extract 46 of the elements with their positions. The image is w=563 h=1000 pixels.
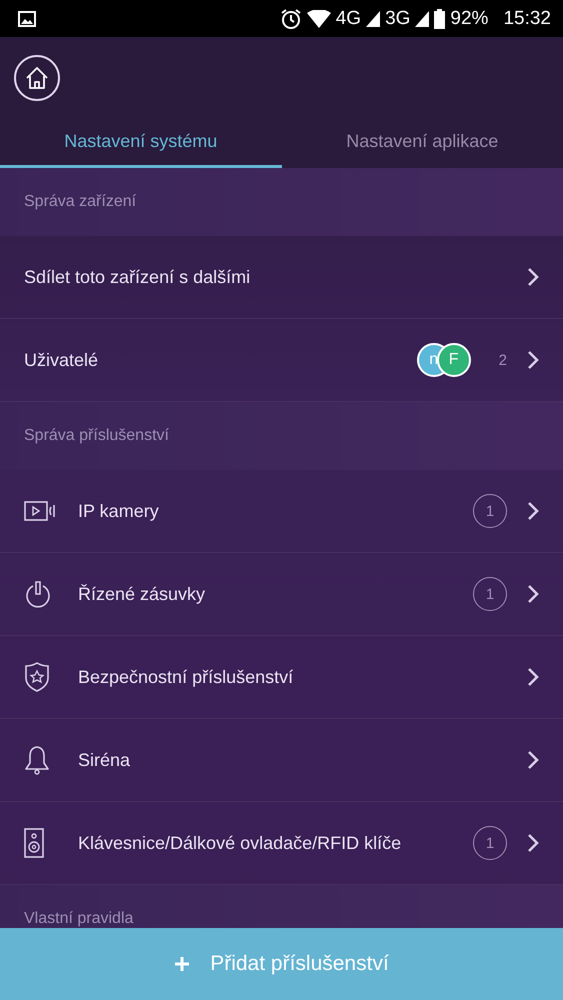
list-item[interactable]: Řízené zásuvky 1 xyxy=(0,553,563,636)
image-icon xyxy=(18,10,36,26)
network-label: 4G xyxy=(336,8,362,30)
clock: 15:32 xyxy=(503,8,551,30)
chevron-right-icon xyxy=(527,750,539,770)
video-camera-icon xyxy=(24,501,56,521)
item-label: Bezpečnostní příslušenství xyxy=(78,666,294,688)
signal-icon xyxy=(366,10,380,26)
signal-icon xyxy=(415,10,430,26)
plus-icon xyxy=(174,956,190,972)
count-badge: 1 xyxy=(473,494,507,528)
section-title: Správa zařízení xyxy=(24,193,136,211)
item-label: Řízené zásuvky xyxy=(78,584,206,604)
item-label: Siréna xyxy=(78,750,132,770)
list-item[interactable]: Bezpečnostní příslušenství xyxy=(0,636,563,719)
count-badge: 1 xyxy=(473,577,507,611)
chevron-right-icon xyxy=(527,501,539,521)
chevron-right-icon xyxy=(527,833,539,853)
chevron-right-icon xyxy=(527,584,539,604)
network-label: 3G xyxy=(385,8,410,30)
speaker-icon xyxy=(24,828,44,858)
chevron-right-icon xyxy=(527,667,539,687)
chevron-right-icon xyxy=(527,267,539,287)
item-label: IP kamery xyxy=(78,500,160,522)
home-icon xyxy=(24,64,50,90)
section-title: Správa příslušenství xyxy=(24,427,169,445)
home-button[interactable] xyxy=(14,54,60,100)
section-title: Vlastní pravidla xyxy=(24,910,134,928)
count-badge: 1 xyxy=(473,826,507,860)
wifi-icon xyxy=(306,10,331,28)
shield-star-icon xyxy=(24,662,50,692)
user-avatar: F xyxy=(436,343,471,377)
tab[interactable]: Nastavení aplikace xyxy=(282,118,563,168)
item-label: Klávesnice/Dálkové ovladače/RFID klíče xyxy=(78,832,402,854)
list-item[interactable]: Sdílet toto zařízení s dalšími xyxy=(0,236,563,319)
alarm-icon xyxy=(280,8,302,30)
chevron-right-icon xyxy=(527,350,539,370)
user-count: 2 xyxy=(498,352,507,368)
item-label: Sdílet toto zařízení s dalšími xyxy=(24,266,252,288)
list-item[interactable]: Siréna xyxy=(0,719,563,802)
list-item[interactable]: IP kamery 1 xyxy=(0,470,563,553)
bell-icon xyxy=(24,745,50,775)
power-icon xyxy=(24,580,52,608)
battery-level: 92% xyxy=(450,8,488,30)
item-label: Uživatelé xyxy=(24,350,100,370)
battery-icon xyxy=(434,8,446,28)
